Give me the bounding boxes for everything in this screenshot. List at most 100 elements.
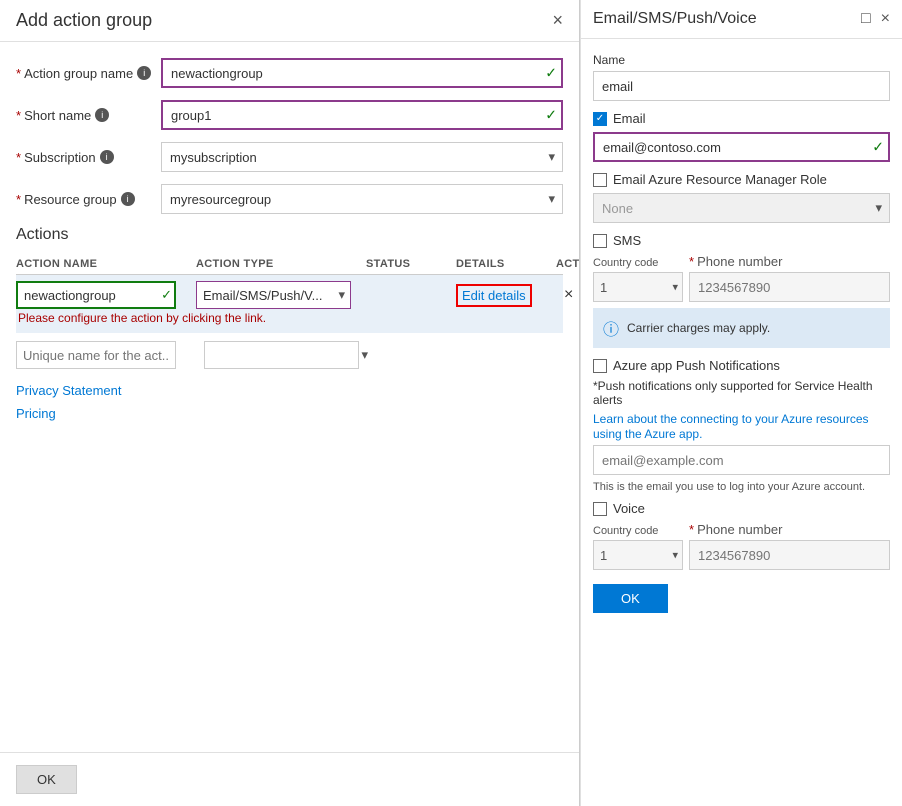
push-checkbox-row: Azure app Push Notifications: [593, 358, 890, 373]
label-text: Action group name: [24, 66, 133, 81]
push-checkbox[interactable]: [593, 359, 607, 373]
action-group-name-label: * Action group name i: [16, 66, 161, 81]
learn-more-link[interactable]: Learn about the connecting to your Azure…: [593, 412, 869, 441]
left-panel: Add action group × * Action group name i…: [0, 0, 580, 806]
country-code-label: Country code: [593, 257, 683, 269]
sms-country-code-select[interactable]: 1: [593, 272, 683, 302]
chevron-down-icon: ▾: [361, 347, 368, 363]
voice-phone-input[interactable]: [689, 540, 890, 570]
phone-number-label: * Phone number: [689, 254, 890, 269]
error-message: Please configure the action by clicking …: [16, 309, 563, 329]
left-header: Add action group ×: [0, 0, 579, 42]
name-input[interactable]: [593, 71, 890, 101]
action-group-name-row: * Action group name i ✓: [16, 58, 563, 88]
email-input-wrapper: ✓: [593, 132, 890, 162]
short-name-input[interactable]: [161, 100, 563, 130]
ok-button-left[interactable]: OK: [16, 765, 77, 794]
action-type-select[interactable]: Email/SMS/Push/V...: [196, 281, 351, 309]
carrier-charges-notice: ⓘ Carrier charges may apply.: [593, 308, 890, 348]
right-header-icons: □ ×: [861, 10, 890, 28]
delete-cell: ×: [556, 286, 579, 304]
label-text: Resource group: [24, 192, 117, 207]
email-azure-role-label: Email Azure Resource Manager Role: [613, 172, 827, 187]
checkmark-icon: ✓: [545, 107, 557, 124]
details-cell: Edit details: [456, 284, 556, 307]
info-icon[interactable]: i: [121, 192, 135, 206]
right-header: Email/SMS/Push/Voice □ ×: [581, 0, 902, 39]
info-icon[interactable]: i: [137, 66, 151, 80]
maximize-icon[interactable]: □: [861, 10, 871, 28]
email-label: Email: [613, 111, 646, 126]
new-action-name-input[interactable]: [16, 341, 176, 369]
email-input[interactable]: [593, 132, 890, 162]
country-code-wrapper: Country code 1 ▾: [593, 257, 683, 302]
short-name-label: * Short name i: [16, 108, 161, 123]
label-text: Subscription: [24, 150, 96, 165]
info-circle-icon: ⓘ: [603, 316, 619, 340]
action-name-cell: ✓: [16, 281, 196, 309]
left-body: * Action group name i ✓ * Short name i: [0, 42, 579, 752]
right-panel-title: Email/SMS/Push/Voice: [593, 10, 757, 28]
col-action-name: ACTION NAME: [16, 258, 196, 270]
subscription-select-wrapper: mysubscription: [161, 142, 563, 172]
subscription-select[interactable]: mysubscription: [161, 142, 563, 172]
required-star: *: [16, 192, 21, 207]
action-type-cell: Email/SMS/Push/V... ▾: [196, 281, 366, 309]
email-azure-role-checkbox[interactable]: [593, 173, 607, 187]
sms-checkbox[interactable]: [593, 234, 607, 248]
push-email-input[interactable]: [593, 445, 890, 475]
voice-label: Voice: [613, 501, 645, 516]
add-type-wrapper: ▾: [204, 341, 374, 369]
name-label: Name: [593, 53, 890, 67]
table-row-content: ✓ Email/SMS/Push/V... ▾: [16, 281, 563, 309]
pricing-link[interactable]: Pricing: [16, 406, 56, 421]
edit-details-button[interactable]: Edit details: [456, 284, 532, 307]
voice-checkbox-row: Voice: [593, 501, 890, 516]
close-icon[interactable]: ×: [552, 10, 563, 31]
push-note: *Push notifications only supported for S…: [593, 379, 890, 407]
action-type-wrapper: Email/SMS/Push/V... ▾: [196, 281, 351, 309]
right-panel: Email/SMS/Push/Voice □ × Name ✓ Email ✓: [580, 0, 902, 806]
voice-checkbox[interactable]: [593, 502, 607, 516]
push-label: Azure app Push Notifications: [613, 358, 780, 373]
resource-group-label: * Resource group i: [16, 192, 161, 207]
close-icon[interactable]: ×: [881, 10, 890, 28]
action-group-name-input[interactable]: [161, 58, 563, 88]
voice-country-code-select[interactable]: 1: [593, 540, 683, 570]
voice-country-code-wrapper: Country code 1 ▾: [593, 525, 683, 570]
ok-button-right[interactable]: OK: [593, 584, 668, 613]
action-group-name-input-wrapper: ✓: [161, 58, 563, 88]
voice-country-code-label: Country code: [593, 525, 683, 537]
sms-label: SMS: [613, 233, 641, 248]
sms-phone-row: Country code 1 ▾ * Phone number: [593, 254, 890, 302]
action-name-input[interactable]: [16, 281, 176, 309]
delete-icon[interactable]: ×: [564, 286, 573, 304]
col-action-type: ACTION TYPE: [196, 258, 366, 270]
sms-phone-input[interactable]: [689, 272, 890, 302]
privacy-statement-link[interactable]: Privacy Statement: [16, 383, 122, 398]
info-icon[interactable]: i: [100, 150, 114, 164]
email-checkbox-row: ✓ Email: [593, 111, 890, 126]
actions-section: Actions ACTION NAME ACTION TYPE STATUS D…: [16, 226, 563, 421]
table-row: ✓ Email/SMS/Push/V... ▾: [16, 275, 563, 333]
info-icon[interactable]: i: [95, 108, 109, 122]
action-name-wrapper: ✓: [16, 281, 176, 309]
pricing-link-row: Pricing: [16, 406, 563, 421]
subscription-row: * Subscription i mysubscription: [16, 142, 563, 172]
checkmark-icon: ✓: [545, 65, 557, 82]
voice-phone-number-wrapper: * Phone number: [689, 522, 890, 570]
account-note: This is the email you use to log into yo…: [593, 481, 890, 493]
azure-role-select[interactable]: None: [593, 193, 890, 223]
subscription-label: * Subscription i: [16, 150, 161, 165]
col-status: STATUS: [366, 258, 456, 270]
col-details: DETAILS: [456, 258, 556, 270]
email-checkbox[interactable]: ✓: [593, 112, 607, 126]
sms-checkbox-row: SMS: [593, 233, 890, 248]
label-text: Short name: [24, 108, 91, 123]
add-type-select[interactable]: [204, 341, 359, 369]
resource-group-select[interactable]: myresourcegroup: [161, 184, 563, 214]
phone-number-wrapper: * Phone number: [689, 254, 890, 302]
check-icon: ✓: [596, 113, 604, 124]
table-header: ACTION NAME ACTION TYPE STATUS DETAILS A…: [16, 254, 563, 275]
required-star: *: [16, 66, 21, 81]
